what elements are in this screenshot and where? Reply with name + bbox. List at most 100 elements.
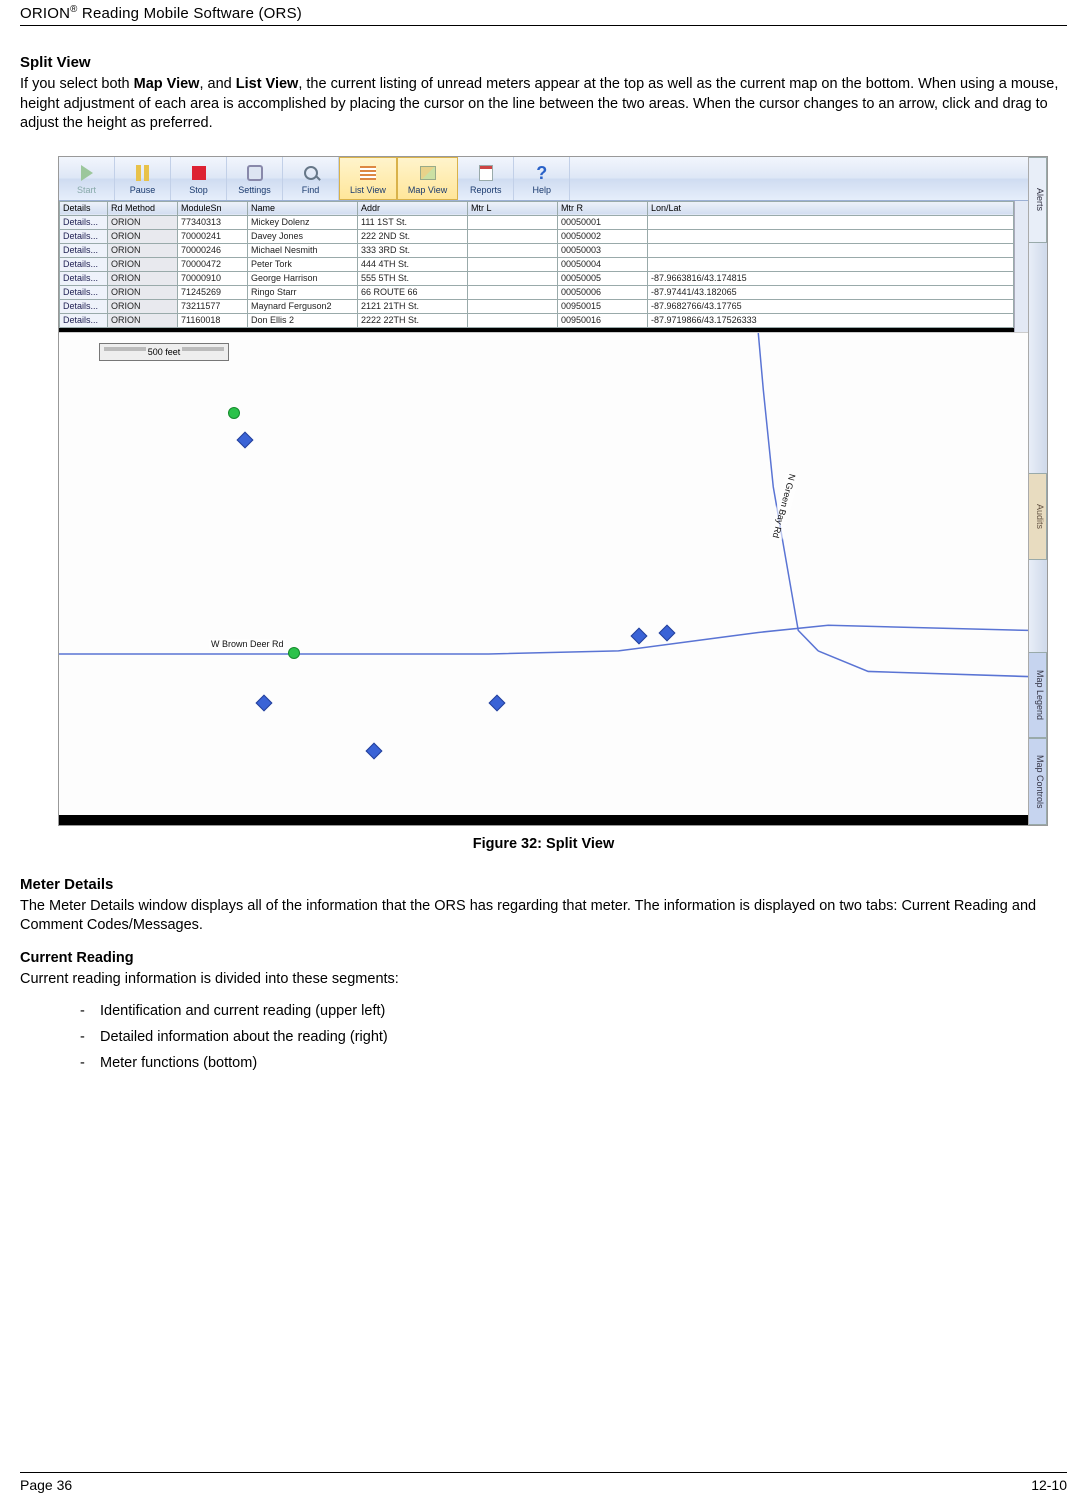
grid-scrollbar[interactable] — [1014, 201, 1028, 332]
stop-button[interactable]: Stop — [171, 157, 227, 200]
col-addr[interactable]: Addr — [358, 201, 468, 215]
cell: ORION — [108, 285, 178, 299]
list-item: Meter functions (bottom) — [80, 1051, 1067, 1077]
cell: -87.9719866/43.17526333 — [648, 313, 1014, 327]
list-view-button[interactable]: List View — [339, 157, 397, 200]
col-rdmethod[interactable]: Rd Method — [108, 201, 178, 215]
current-reading-lead: Current reading information is divided i… — [20, 970, 1067, 990]
col-modulesn[interactable]: ModuleSn — [178, 201, 248, 215]
running-header: ORION® Reading Mobile Software (ORS) — [20, 0, 1067, 26]
rail-alerts[interactable]: Alerts — [1029, 157, 1047, 244]
split-view-heading: Split View — [20, 54, 1067, 71]
reports-button[interactable]: Reports — [458, 157, 514, 200]
cell: 444 4TH St. — [358, 257, 468, 271]
map-view-button[interactable]: Map View — [397, 157, 458, 200]
side-panel-tabs: Alerts Audits Map Legend Map Controls — [1029, 157, 1047, 825]
cell: Davey Jones — [248, 229, 358, 243]
map-marker[interactable] — [288, 647, 300, 659]
col-mtrl[interactable]: Mtr L — [468, 201, 558, 215]
cell: 00050003 — [558, 243, 648, 257]
rail-map-legend[interactable]: Map Legend — [1029, 652, 1047, 739]
col-details[interactable]: Details — [60, 201, 108, 215]
start-button[interactable]: Start — [59, 157, 115, 200]
table-row[interactable]: Details...ORION71245269Ringo Starr66 ROU… — [60, 285, 1014, 299]
cell[interactable]: Details... — [60, 257, 108, 271]
cell — [468, 229, 558, 243]
cell: ORION — [108, 215, 178, 229]
cell: 2121 21TH St. — [358, 299, 468, 313]
cell: 71245269 — [178, 285, 248, 299]
table-row[interactable]: Details...ORION77340313Mickey Dolenz111 … — [60, 215, 1014, 229]
cell — [468, 271, 558, 285]
cell: 111 1ST St. — [358, 215, 468, 229]
main-toolbar: Start Pause Stop Settings Find List View… — [59, 157, 1028, 201]
cell: ORION — [108, 243, 178, 257]
settings-button[interactable]: Settings — [227, 157, 283, 200]
cell[interactable]: Details... — [60, 271, 108, 285]
map-canvas[interactable]: 500 feet W Brown Deer Rd N Green Bay Rd — [59, 332, 1028, 815]
cell: 2222 22TH St. — [358, 313, 468, 327]
cell: ORION — [108, 271, 178, 285]
col-lonlat[interactable]: Lon/Lat — [648, 201, 1014, 215]
col-name[interactable]: Name — [248, 201, 358, 215]
cell[interactable]: Details... — [60, 299, 108, 313]
cell[interactable]: Details... — [60, 229, 108, 243]
cell[interactable]: Details... — [60, 313, 108, 327]
cell: 00050002 — [558, 229, 648, 243]
cell: ORION — [108, 229, 178, 243]
cell[interactable]: Details... — [60, 285, 108, 299]
cell: 70000246 — [178, 243, 248, 257]
cell: -87.97441/43.182065 — [648, 285, 1014, 299]
cell: Mickey Dolenz — [248, 215, 358, 229]
figure-caption: Figure 32: Split View — [20, 836, 1067, 852]
table-row[interactable]: Details...ORION70000246Michael Nesmith33… — [60, 243, 1014, 257]
cell — [648, 229, 1014, 243]
col-mtrr[interactable]: Mtr R — [558, 201, 648, 215]
help-icon: ? — [536, 164, 547, 182]
play-icon — [81, 165, 93, 181]
cell: ORION — [108, 257, 178, 271]
cell: 00050005 — [558, 271, 648, 285]
cell[interactable]: Details... — [60, 215, 108, 229]
road-lines — [59, 333, 1028, 815]
help-button[interactable]: ?Help — [514, 157, 570, 200]
cell: 00050004 — [558, 257, 648, 271]
list-item: Detailed information about the reading (… — [80, 1025, 1067, 1051]
cell: 00950015 — [558, 299, 648, 313]
cell: 00050001 — [558, 215, 648, 229]
cell: 77340313 — [178, 215, 248, 229]
list-icon — [360, 166, 376, 180]
table-row[interactable]: Details...ORION70000241Davey Jones222 2N… — [60, 229, 1014, 243]
rail-map-controls[interactable]: Map Controls — [1029, 738, 1047, 825]
cell: 00050006 — [558, 285, 648, 299]
rail-audits[interactable]: Audits — [1029, 473, 1047, 560]
cell — [468, 285, 558, 299]
pause-button[interactable]: Pause — [115, 157, 171, 200]
cell: -87.9663816/43.174815 — [648, 271, 1014, 285]
table-row[interactable]: Details...ORION70000472Peter Tork444 4TH… — [60, 257, 1014, 271]
map-marker[interactable] — [228, 407, 240, 419]
page-footer: Page 36 12-10 — [20, 1472, 1067, 1493]
ors-app-window: Start Pause Stop Settings Find List View… — [58, 156, 1048, 826]
cell — [648, 257, 1014, 271]
cell — [468, 257, 558, 271]
cell: Don Ellis 2 — [248, 313, 358, 327]
cell — [468, 243, 558, 257]
current-reading-heading: Current Reading — [20, 950, 1067, 966]
table-row[interactable]: Details...ORION70000910George Harrison55… — [60, 271, 1014, 285]
map-bottom-border — [59, 815, 1028, 825]
page-number: Page 36 — [20, 1477, 72, 1493]
stop-icon — [192, 166, 206, 180]
meter-details-heading: Meter Details — [20, 876, 1067, 893]
cell: 71160018 — [178, 313, 248, 327]
table-row[interactable]: Details...ORION73211577Maynard Ferguson2… — [60, 299, 1014, 313]
split-view-paragraph: If you select both Map View, and List Vi… — [20, 75, 1067, 134]
cell: 70000241 — [178, 229, 248, 243]
cell — [468, 299, 558, 313]
current-reading-list: Identification and current reading (uppe… — [20, 999, 1067, 1076]
table-row[interactable]: Details...ORION71160018Don Ellis 22222 2… — [60, 313, 1014, 327]
pause-icon — [136, 165, 149, 181]
cell: 70000472 — [178, 257, 248, 271]
find-button[interactable]: Find — [283, 157, 339, 200]
cell[interactable]: Details... — [60, 243, 108, 257]
